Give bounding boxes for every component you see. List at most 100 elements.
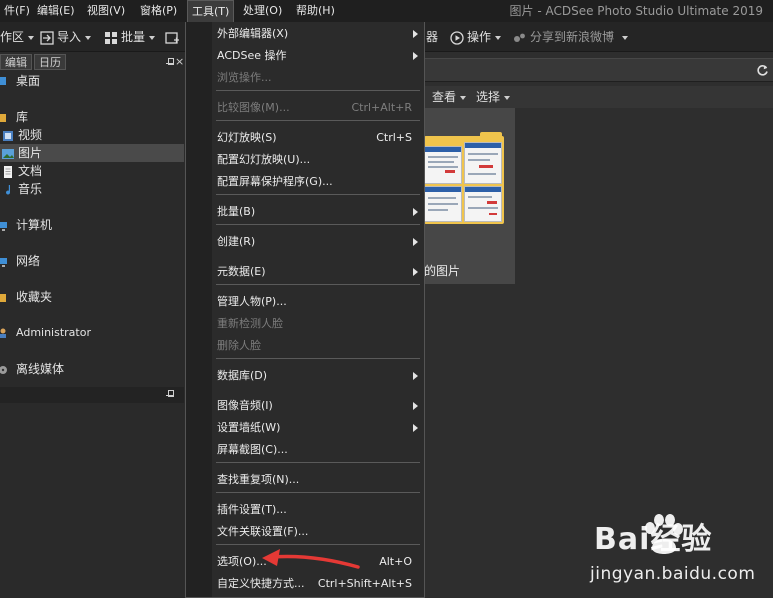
menu-item-redetect-faces: 重新检测人脸 xyxy=(212,313,424,335)
pin-icon[interactable] xyxy=(166,390,174,399)
menu-item-custom-shortcuts[interactable]: 自定义快捷方式... Ctrl+Shift+Alt+S xyxy=(212,573,424,595)
menu-item-label: 配置幻灯放映(U)... xyxy=(217,153,311,166)
refresh-icon[interactable] xyxy=(756,64,769,77)
menu-item-screen-capture[interactable]: 屏幕截图(C)... xyxy=(212,439,424,461)
close-icon[interactable]: × xyxy=(175,55,184,68)
tree-label: 音乐 xyxy=(18,182,43,196)
view-dropdown[interactable]: 查看 xyxy=(432,86,467,108)
tree-item-library[interactable]: 库 xyxy=(0,108,28,126)
import-button[interactable]: 导入 xyxy=(40,22,92,52)
tree-item-music[interactable]: 音乐 xyxy=(0,180,42,198)
menu-item-label: 配置屏幕保护程序(G)... xyxy=(217,175,333,188)
chevron-down-icon xyxy=(622,35,629,40)
menu-item-label: ACDSee 操作 xyxy=(217,49,287,62)
thumbnail-label: 的图片 xyxy=(424,264,461,278)
menu-pane[interactable]: 窗格(P) xyxy=(136,0,181,22)
select-dropdown[interactable]: 选择 xyxy=(476,86,511,108)
menu-item-set-wallpaper[interactable]: 设置墙纸(W) xyxy=(212,417,424,439)
menu-item-batch[interactable]: 批量(B) xyxy=(212,201,424,223)
computer-icon xyxy=(0,221,7,231)
menu-item-file-associations[interactable]: 文件关联设置(F)... xyxy=(212,521,424,543)
menu-item-label: 数据库(D) xyxy=(217,369,268,382)
menu-separator xyxy=(216,462,420,463)
tree-item-pictures[interactable]: 图片 xyxy=(0,144,184,162)
toolbar-partial-label: 器 xyxy=(426,30,439,44)
tree-item-videos[interactable]: 视频 xyxy=(0,126,42,144)
menu-item-external-editors[interactable]: 外部编辑器(X) xyxy=(212,23,424,45)
video-icon xyxy=(3,130,13,141)
workspace-button[interactable]: 作区 xyxy=(0,22,35,52)
chevron-down-icon xyxy=(149,35,156,40)
tab-calendar[interactable]: 日历 xyxy=(34,54,66,70)
menu-item-acdsee-actions[interactable]: ACDSee 操作 xyxy=(212,45,424,67)
pin-icon[interactable] xyxy=(166,58,174,67)
pictures-icon xyxy=(2,148,14,159)
chevron-down-icon xyxy=(85,35,92,40)
filter-bar: 查看 选择 xyxy=(424,86,773,108)
menu-file[interactable]: 件(F) xyxy=(0,0,34,22)
tree-item-administrator[interactable]: Administrator xyxy=(0,324,91,342)
menu-item-create[interactable]: 创建(R) xyxy=(212,231,424,253)
menu-separator xyxy=(216,90,420,91)
tree-item-desktop[interactable]: 桌面 xyxy=(0,72,40,90)
menu-separator xyxy=(216,284,420,285)
folders-panel: 编辑 日历 × 桌面 库 视频 图片 文档 音乐 计算机 网络 收藏夹 Admi… xyxy=(0,52,184,598)
menu-separator xyxy=(216,194,420,195)
watermark-logo: Bai经验 xyxy=(594,522,713,557)
menu-help[interactable]: 帮助(H) xyxy=(292,0,339,22)
menu-item-metadata[interactable]: 元数据(E) xyxy=(212,261,424,283)
share-icon xyxy=(514,33,525,42)
tree-item-offline-media[interactable]: 离线媒体 xyxy=(0,360,64,378)
watermark-url: jingyan.baidu.com xyxy=(590,564,756,584)
menu-process[interactable]: 处理(O) xyxy=(239,0,286,22)
menu-item-label: 管理人物(P)... xyxy=(217,295,287,308)
menu-bar: 件(F) 编辑(E) 视图(V) 窗格(P) 工具(T) 处理(O) 帮助(H)… xyxy=(0,0,773,22)
menu-item-image-audio[interactable]: 图像音频(I) xyxy=(212,395,424,417)
view-label: 查看 xyxy=(432,90,457,104)
menu-item-configure-slideshow[interactable]: 配置幻灯放映(U)... xyxy=(212,149,424,171)
app-title: 图片 - ACDSee Photo Studio Ultimate 2019 xyxy=(509,4,764,18)
actions-button[interactable]: 操作 xyxy=(450,22,502,52)
menu-separator xyxy=(216,358,420,359)
path-bar xyxy=(424,58,773,82)
preview-image xyxy=(464,142,502,184)
submenu-arrow-icon xyxy=(413,30,418,38)
tree-label: 图片 xyxy=(18,146,43,160)
menu-edit[interactable]: 编辑(E) xyxy=(33,0,79,22)
batch-button[interactable]: 批量 xyxy=(104,22,156,52)
tab-edit[interactable]: 编辑 xyxy=(0,54,32,70)
share-weibo-button[interactable]: 分享到新浪微博 xyxy=(513,22,629,52)
menu-item-database[interactable]: 数据库(D) xyxy=(212,365,424,387)
menu-tools[interactable]: 工具(T) xyxy=(187,0,235,22)
menu-item-plugin-settings[interactable]: 插件设置(T)... xyxy=(212,499,424,521)
batch-icon xyxy=(105,31,117,44)
tree-label: 桌面 xyxy=(16,74,41,88)
tree-label: 视频 xyxy=(18,128,43,142)
menu-item-shortcut: Ctrl+Shift+Alt+S xyxy=(317,577,412,590)
chevron-down-icon xyxy=(495,35,502,40)
annotation-arrow-icon xyxy=(262,549,360,569)
tree-item-documents[interactable]: 文档 xyxy=(0,162,42,180)
menu-item-label: 查找重复项(N)... xyxy=(217,473,300,486)
folder-body xyxy=(424,136,504,224)
import-icon xyxy=(40,30,54,45)
tree-label: 网络 xyxy=(16,254,41,268)
document-icon xyxy=(4,165,12,178)
menu-item-shortcut: Alt+O xyxy=(379,555,412,568)
menu-view[interactable]: 视图(V) xyxy=(83,0,129,22)
menu-item-label: 外部编辑器(X) xyxy=(217,27,289,40)
tree-label: 计算机 xyxy=(16,218,53,232)
menu-item-configure-screensaver[interactable]: 配置屏幕保护程序(G)... xyxy=(212,171,424,193)
menu-item-manage-people[interactable]: 管理人物(P)... xyxy=(212,291,424,313)
menu-item-slideshow[interactable]: 幻灯放映(S) Ctrl+S xyxy=(212,127,424,149)
tree-item-favorites[interactable]: 收藏夹 xyxy=(0,288,52,306)
create-icon xyxy=(165,31,179,44)
tree-label: 离线媒体 xyxy=(16,362,65,376)
music-note-icon xyxy=(6,184,11,195)
batch-label: 批量 xyxy=(121,30,146,44)
menu-item-find-duplicates[interactable]: 查找重复项(N)... xyxy=(212,469,424,491)
folder-thumbnail[interactable]: 的图片 xyxy=(424,108,515,284)
tree-item-computer[interactable]: 计算机 xyxy=(0,216,52,234)
create-button[interactable] xyxy=(165,22,182,52)
tree-item-network[interactable]: 网络 xyxy=(0,252,40,270)
